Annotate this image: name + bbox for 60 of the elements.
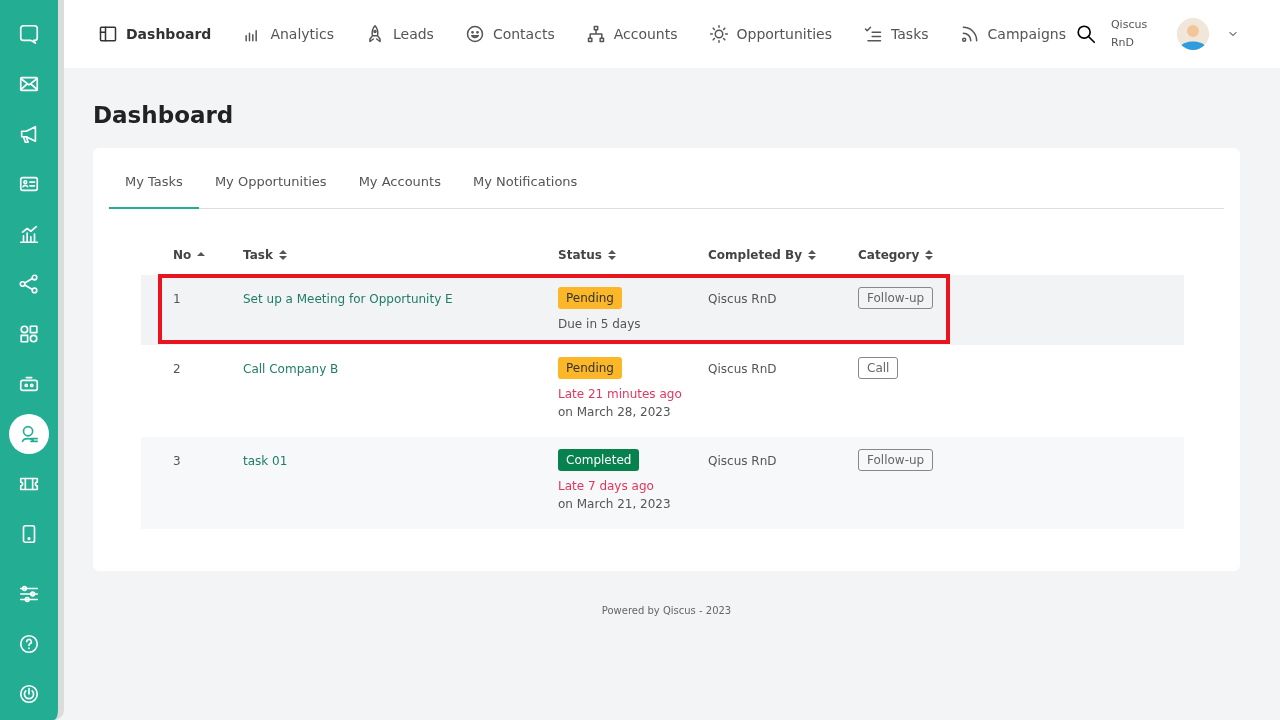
category-tag: Follow-up bbox=[858, 287, 934, 309]
column-header[interactable]: No bbox=[173, 248, 192, 262]
category-tag: Follow-up bbox=[858, 449, 934, 471]
nav-link[interactable]: Campaigns bbox=[959, 24, 1066, 44]
table-cell-text: Qiscus RnD bbox=[708, 291, 778, 308]
rss-icon bbox=[959, 24, 980, 44]
apps-icon bbox=[18, 323, 40, 345]
task-link[interactable]: Call Company B bbox=[243, 362, 339, 376]
nav-link[interactable]: Contacts bbox=[464, 24, 555, 44]
task-link[interactable]: task 01 bbox=[243, 454, 288, 468]
footer-text: Powered by Qiscus - 2023 bbox=[601, 605, 732, 616]
column-header[interactable]: Status bbox=[558, 248, 602, 262]
status-badge: Pending bbox=[558, 287, 622, 309]
due-text: Due in 5 days bbox=[558, 316, 642, 333]
status-badge: Pending bbox=[558, 357, 622, 379]
sidebar-item[interactable] bbox=[9, 414, 49, 454]
nav-link[interactable]: Tasks bbox=[863, 24, 929, 44]
sun-icon bbox=[708, 24, 729, 44]
category-tag: Call bbox=[858, 357, 899, 379]
column-header[interactable]: Completed By bbox=[708, 248, 802, 262]
tab[interactable]: My Opportunities bbox=[198, 162, 343, 209]
sort-icon[interactable] bbox=[278, 250, 287, 260]
help-icon bbox=[18, 633, 40, 655]
table-cell-text: 3 bbox=[173, 453, 182, 470]
share-icon bbox=[18, 273, 40, 295]
layout-icon bbox=[98, 24, 118, 44]
table-cell-text: 1 bbox=[173, 291, 182, 308]
nav-link[interactable]: Dashboard bbox=[98, 24, 212, 44]
page-title: Dashboard bbox=[93, 102, 235, 128]
nav-link[interactable]: Analytics bbox=[242, 24, 334, 44]
smiley-icon bbox=[464, 24, 485, 44]
checklist-icon bbox=[863, 24, 884, 44]
due-text: Late 7 days ago bbox=[558, 478, 655, 495]
table-cell-text: Qiscus RnD bbox=[708, 453, 778, 470]
task-link[interactable]: Set up a Meeting for Opportunity E bbox=[243, 292, 453, 306]
nav-link[interactable]: Accounts bbox=[585, 24, 678, 44]
chat-bubble-icon bbox=[18, 23, 40, 45]
column-header[interactable]: Category bbox=[858, 248, 920, 262]
due-text: on March 21, 2023 bbox=[558, 496, 672, 513]
column-header[interactable]: Task bbox=[243, 248, 273, 262]
due-text: on March 28, 2023 bbox=[558, 404, 672, 421]
tab[interactable]: My Notifications bbox=[456, 162, 594, 209]
table-cell-text: 2 bbox=[173, 361, 182, 378]
sliders-icon bbox=[18, 583, 40, 605]
tab[interactable]: My Accounts bbox=[342, 162, 457, 209]
nav-link[interactable]: Leads bbox=[364, 24, 434, 44]
status-badge: Completed bbox=[558, 449, 640, 471]
hierarchy-icon bbox=[585, 24, 606, 44]
user-name: Qiscus bbox=[1110, 17, 1148, 33]
user-name: RnD bbox=[1110, 35, 1136, 51]
power-icon bbox=[18, 683, 40, 705]
sort-icon[interactable] bbox=[925, 250, 934, 260]
tab[interactable]: My Tasks bbox=[109, 162, 199, 209]
bar-chart-icon bbox=[18, 223, 40, 245]
nav-link[interactable]: Opportunities bbox=[708, 24, 833, 44]
search-icon[interactable] bbox=[1074, 23, 1097, 45]
table-cell-text: Qiscus RnD bbox=[708, 361, 778, 378]
sort-icon[interactable] bbox=[808, 250, 816, 260]
sort-icon[interactable] bbox=[607, 250, 616, 260]
due-text: Late 21 minutes ago bbox=[558, 386, 683, 403]
